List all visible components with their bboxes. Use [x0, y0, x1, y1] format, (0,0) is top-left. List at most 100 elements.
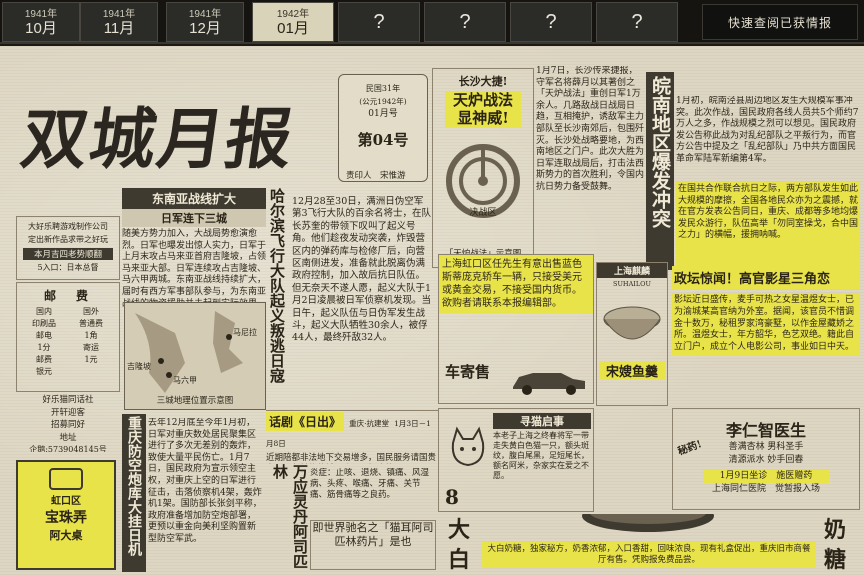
postal-rates-box: 邮 费 国内 国外 印刷品 普通费 邮电 1角 1分 寄运 邮费 1元 银元 [16, 282, 120, 392]
cat-icon [451, 426, 485, 467]
harbin-headline: 哈尔滨飞行大队起义叛逃日寇 [268, 188, 286, 383]
postal-cell: 普通费 [79, 319, 103, 328]
tab-locked-3[interactable]: ? [510, 2, 592, 42]
postal-cell: 寄运 [83, 343, 99, 352]
car-sale-ad: 上海虹口区任先生有意出售蓝色斯蒂庞克轿车一辆，只接受美元或黄金交易，不接受国内货… [438, 254, 594, 404]
doctor-location: 上海同仁医院 觉暂报入场 [711, 483, 820, 494]
jewelry-area: 虹口区 [51, 496, 81, 507]
doctor-name: 李仁智医生 [725, 421, 806, 440]
milk-text: 大白奶糖，独家秘方，奶香浓郁，入口香甜，回味浓良。现有礼盒促出，重庆旧市商餐厅有… [482, 542, 816, 568]
quick-intel-button[interactable]: 快速查阅已获情报 [702, 4, 858, 40]
postal-cell: 国外 [83, 307, 99, 316]
map-caption: 三城地理位置示意图 [156, 395, 234, 406]
tab-month: 01月 [277, 20, 309, 37]
harbin-article: 12月28至30日，满洲日伪空军第3飞行大队的百余名将士，在队长苏奎的带领下叹叫… [292, 196, 432, 344]
game-studio-ad: 大好乐聘游戏制作公司 定出新作品求带之好玩 本月吉四老势顺翻 5入口：日本总督 [16, 216, 120, 280]
scandal-headline: 政坛惊闻！高官影星三角恋 [672, 266, 860, 289]
chongqing-headline: 重庆防空炮库大挂日机 [126, 416, 142, 556]
lost-cat-notice: 寻猫启事 本老子上海之终春将军一带走失黄白色猫一只，额头斑纹，腹白尾黑，足短尾长… [438, 408, 594, 512]
question-mark-icon: ? [373, 11, 385, 33]
changsha-headline: 天炉战法 [445, 91, 521, 109]
tab-1941-10[interactable]: 1941年 10月 [2, 2, 80, 42]
aspirin-body: 炎症：止咳、退烧、镇痛、风湿病、头疼、喉痛、牙痛、关节痛、筋骨痛等之良药。 [310, 468, 430, 500]
question-mark-icon: ? [631, 11, 643, 33]
tab-year: 1941年 [102, 9, 136, 20]
tab-locked-4[interactable]: ? [596, 2, 678, 42]
ad-line: 企鹅:5739048145号 [29, 445, 107, 452]
doctor-date: 1月9日坐诊 施医赠药 [703, 470, 829, 483]
postal-cell: 1分 [37, 343, 51, 352]
southeast-headline: 东南亚战线扩大 [122, 188, 266, 209]
tab-1941-12[interactable]: 1941年 12月 [166, 2, 244, 42]
soup-label: 宋嫂鱼羹 [599, 360, 665, 380]
tab-locked-2[interactable]: ? [424, 2, 506, 42]
wanan-article: 1月初，皖南泾县周边地区发生大规模军事冲突。此次作战，国民政府各线人员共5个师约… [676, 96, 859, 164]
aspirin-tag: 即世界驰名之「猫耳阿司匹林药片」是也 [310, 520, 436, 570]
jewelry-ad: 虹口区 宝珠弄 阿大桌 [16, 460, 116, 570]
wanan-highlight: 在国共合作联合抗日之际，两方部队发生如此大规模的摩擦，全国各地民众亦为之震撼，就… [676, 182, 860, 270]
tab-1941-11[interactable]: 1941年 11月 [80, 2, 158, 42]
car-icon [513, 373, 585, 395]
southeast-body: 随美方势力加入，大战局势愈演愈烈。日军也曝发出惊人实力，日军于上月末攻占马来亚首… [122, 229, 266, 309]
tab-year: 1941年 [24, 9, 58, 20]
chongqing-article: 去年12月底至今年1月初，日军对重庆数处居民聚集区进行了多次无差别的轰炸，致使大… [148, 418, 262, 544]
postal-cell: 1角 [84, 331, 98, 340]
storefront-icon [49, 468, 83, 490]
map-label-kualalumpur: 吉隆坡 [127, 362, 151, 371]
ad-line: 5入口：日本总督 [37, 263, 99, 272]
cat-club-ad: 好乐猫同话社 开轩迎客 招募同好 地址 企鹅:5739048145号 [16, 394, 120, 452]
ad-line: 地址 [59, 432, 77, 443]
tab-month: 12月 [189, 20, 221, 37]
tab-month: 11月 [103, 20, 135, 37]
jewelry-sub: 阿大桌 [49, 529, 83, 542]
aspirin-headline-box: 万应灵丹阿司匹林 [266, 464, 308, 572]
postal-cell: 邮电 [36, 331, 52, 340]
cat-number: 8 [445, 485, 459, 509]
issue-number: 第04号 [357, 130, 409, 149]
scandal-body: 影坛近日盛传，麦手可热之女星温煜女士，已为渝城某高官纳为外室。据闻，该官员不惜调… [672, 293, 860, 356]
doctor-ad: 李仁智医生 善满杏林 男科圣手 清源派水 妙手回春 1月9日坐诊 施医赠药 上海… [672, 408, 860, 510]
postal-cell: 1元 [84, 355, 98, 364]
wanan-headline: 皖南地区爆发冲突 [649, 76, 671, 228]
milk-char: 大 [448, 517, 471, 543]
question-mark-icon: ? [459, 11, 471, 33]
editor-line: 责印人 宋惟游 [346, 171, 406, 181]
soup-brand-en: SUHAILOU [613, 280, 651, 288]
jewelry-name: 宝珠弄 [45, 510, 87, 526]
milk-candy-ad: 大 白 奶 糖 大白奶糖，独家秘方，奶香浓郁，入口香甜，回味浓良。现有礼盒促出，… [438, 514, 860, 574]
milk-char: 奶 [824, 517, 847, 543]
postal-cell: 银元 [36, 367, 52, 376]
issue-year: 民国31年 [365, 84, 401, 93]
ad-line: 招募同好 [50, 420, 85, 430]
tab-month: 10月 [25, 20, 57, 37]
ad-line: 开轩迎客 [50, 407, 85, 418]
map-label-manila: 马尼拉 [233, 328, 257, 337]
newspaper-page: 双城月报 民国31年 (公元1942年) 01月号 第04号 责印人 宋惟游 长… [0, 46, 864, 575]
changsha-headline-2: 显神威! [445, 109, 521, 127]
drama-body: 近期陪都非法地下交易增多，国民服务请国贵市民朋友前往药铺医院，正规购药 [266, 452, 437, 465]
milk-char: 白 [448, 547, 471, 573]
map-label-malacca: 马六甲 [173, 376, 197, 385]
month-tab-bar: 1941年 10月 1941年 11月 1941年 12月 1942年 01月 ? ? … [0, 0, 864, 44]
cat-title: 寻猫启事 [493, 413, 591, 429]
doctor-clinic: 清源派水 妙手回春 [728, 454, 804, 465]
drama-title: 话剧《日出》 [266, 412, 345, 431]
soup-brand: 上海麒麟 [597, 263, 667, 278]
battle-plan-diagram [446, 144, 520, 218]
postal-cell: 国内 [36, 307, 52, 316]
tab-locked-1[interactable]: ? [338, 2, 420, 42]
postal-cell: 印刷品 [32, 319, 56, 328]
issue-badge: 民国31年 (公元1942年) 01月号 第04号 [338, 74, 428, 182]
three-cities-map: 吉隆坡 马六甲 马尼拉 三城地理位置示意图 [124, 302, 266, 410]
candy-tin-icon [582, 514, 714, 532]
tab-1942-01[interactable]: 1942年 01月 [252, 2, 334, 42]
postal-title: 邮 费 [43, 289, 92, 303]
ad-line: 好乐猫同话社 [42, 395, 94, 405]
tab-year: 1942年 [276, 9, 310, 20]
changsha-tag: 长沙大捷! [458, 75, 508, 88]
soup-bowl-icon [603, 306, 661, 339]
car-ad-label: 车寄售 [445, 363, 491, 381]
tab-year: 1941年 [188, 9, 222, 20]
question-mark-icon: ? [545, 11, 557, 33]
southeast-subheadline: 日军连下三城 [122, 209, 266, 227]
